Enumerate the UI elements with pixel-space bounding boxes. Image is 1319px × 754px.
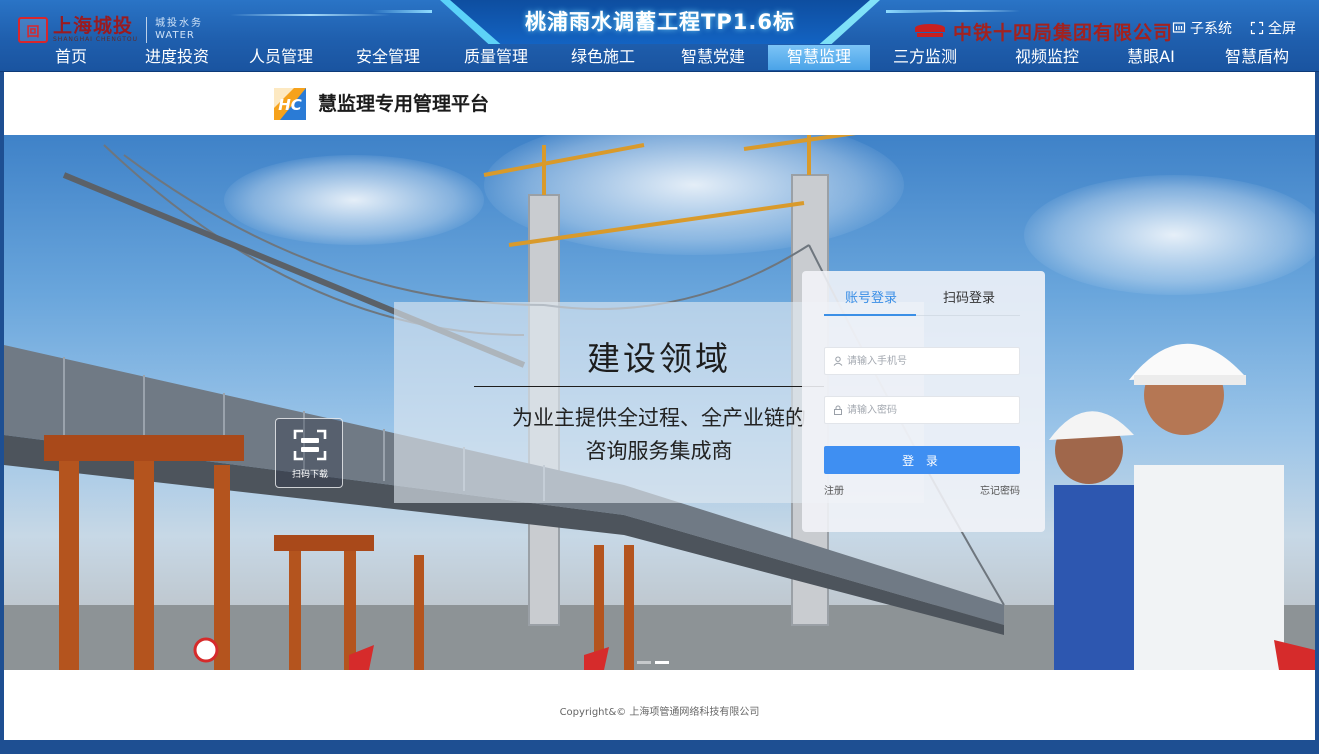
- nav-item-home[interactable]: 首页: [40, 45, 102, 70]
- header-tools: 子系统 全屏: [1172, 18, 1296, 38]
- phone-input[interactable]: [847, 349, 1017, 373]
- platform-title: 慧监理专用管理平台: [318, 93, 490, 115]
- company-brand: 中铁十四局集团有限公司: [915, 16, 1173, 46]
- scan-icon: [293, 429, 327, 461]
- nav-item-green-construction[interactable]: 绿色施工: [562, 45, 644, 70]
- platform-logo-icon: HC: [274, 88, 306, 120]
- nav-item-smart-supervision[interactable]: 智慧监理: [768, 45, 870, 70]
- login-card: 账号登录 扫码登录 登 录 注册 忘记密码: [802, 271, 1045, 532]
- subsystem-label: 子系统: [1190, 21, 1232, 37]
- password-input[interactable]: [847, 398, 1017, 422]
- brand-name-en: SHANGHAI CHENGTOU: [53, 36, 139, 43]
- nav-item-video-monitoring[interactable]: 视频监控: [1006, 45, 1088, 70]
- nav-item-personnel[interactable]: 人员管理: [240, 45, 322, 70]
- nav-item-party-building[interactable]: 智慧党建: [672, 45, 754, 70]
- crcc-logo-icon: [915, 20, 945, 42]
- top-header: 回 上海城投 SHANGHAI CHENGTOU 城投水务 WATER 桃浦雨水…: [0, 0, 1319, 72]
- password-field: [824, 396, 1020, 424]
- subsystem-button[interactable]: 子系统: [1172, 18, 1232, 38]
- slogan-divider: [474, 386, 824, 387]
- nav-item-third-party-monitoring[interactable]: 三方监测: [884, 45, 966, 70]
- forgot-password-link[interactable]: 忘记密码: [980, 482, 1020, 497]
- tab-account-login[interactable]: 账号登录: [845, 287, 897, 307]
- chengtou-logo-icon: 回: [18, 17, 48, 43]
- user-icon: [833, 356, 843, 366]
- chengtou-brand: 回 上海城投 SHANGHAI CHENGTOU 城投水务 WATER: [18, 13, 203, 47]
- page-footer: Copyright&© 上海项管通网络科技有限公司: [4, 670, 1315, 740]
- login-button[interactable]: 登 录: [824, 446, 1020, 474]
- content-frame: HC 慧监理专用管理平台 建设领域 为业主提供全过程、全产业链的 咨询服务集成商…: [4, 72, 1315, 740]
- title-decoration-left: [372, 10, 432, 13]
- main-nav: 首页 进度投资 人员管理 安全管理 质量管理 绿色施工 智慧党建 智慧监理 三方…: [0, 45, 1319, 70]
- tab-qr-login[interactable]: 扫码登录: [943, 287, 995, 307]
- qr-download-button[interactable]: 扫码下载: [275, 418, 343, 488]
- register-link[interactable]: 注册: [824, 482, 844, 497]
- company-name: 中铁十四局集团有限公司: [953, 21, 1174, 44]
- qr-download-label: 扫码下载: [291, 470, 328, 480]
- brand-sub-en: WATER: [155, 30, 195, 41]
- carousel-indicators: [637, 661, 673, 664]
- brand-divider: [146, 17, 148, 43]
- active-tab-indicator: [824, 314, 916, 316]
- nav-item-smart-shield[interactable]: 智慧盾构: [1215, 45, 1299, 70]
- project-title: 桃浦雨水调蓄工程TP1.6标: [525, 10, 795, 34]
- subsystem-icon: [1172, 22, 1186, 33]
- svg-text:HC: HC: [278, 96, 302, 114]
- nav-item-quality[interactable]: 质量管理: [455, 45, 537, 70]
- nav-item-smart-eye-ai[interactable]: 慧眼AI: [1120, 45, 1182, 70]
- title-decoration-right: [886, 10, 946, 13]
- nav-item-progress-investment[interactable]: 进度投资: [136, 45, 218, 70]
- phone-field: [824, 347, 1020, 375]
- header-decoration: [230, 14, 390, 16]
- lock-icon: [834, 405, 842, 415]
- fullscreen-button[interactable]: 全屏: [1250, 18, 1296, 38]
- carousel-dot-1[interactable]: [637, 661, 651, 664]
- brand-sub: 城投水务: [155, 18, 204, 29]
- hero-banner: 建设领域 为业主提供全过程、全产业链的 咨询服务集成商 扫码下载 账号登录 扫码…: [4, 135, 1315, 670]
- copyright-text: Copyright&© 上海项管通网络科技有限公司: [559, 707, 760, 718]
- nav-item-safety[interactable]: 安全管理: [347, 45, 429, 70]
- carousel-dot-2[interactable]: [655, 661, 669, 664]
- platform-header: HC 慧监理专用管理平台: [4, 72, 1315, 135]
- fullscreen-label: 全屏: [1268, 21, 1296, 37]
- brand-name: 上海城投: [53, 15, 134, 37]
- fullscreen-icon: [1250, 21, 1264, 35]
